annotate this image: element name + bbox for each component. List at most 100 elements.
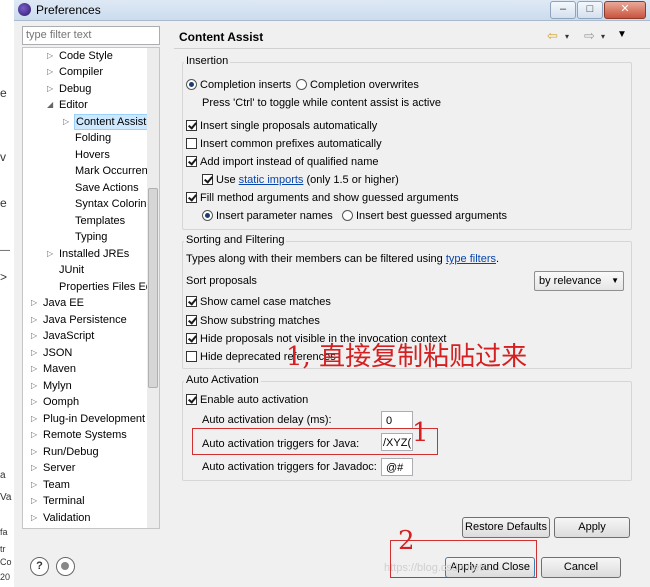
collapse-arrow-icon[interactable]: ◢ xyxy=(47,97,53,113)
minimize-button[interactable]: – xyxy=(550,1,576,19)
expand-arrow-icon[interactable]: ▷ xyxy=(63,114,69,130)
sort-proposals-label: Sort proposals xyxy=(186,275,257,287)
radio-button[interactable] xyxy=(186,79,197,90)
close-button[interactable]: ✕ xyxy=(604,1,646,19)
expand-arrow-icon[interactable]: ▷ xyxy=(31,493,37,509)
expand-arrow-icon[interactable]: ▷ xyxy=(47,48,53,64)
radio-button[interactable] xyxy=(202,210,213,221)
checkbox[interactable] xyxy=(186,138,197,149)
forward-arrow-icon[interactable]: ⇨ xyxy=(584,28,595,44)
tree-scrollbar[interactable] xyxy=(147,47,160,529)
scrollbar-thumb[interactable] xyxy=(148,188,158,388)
view-menu-icon[interactable]: ▼ xyxy=(617,29,627,40)
activation-delay-label: Auto activation delay (ms): xyxy=(202,414,332,426)
tree-item-label: Compiler xyxy=(59,66,104,78)
tree-item-label: Editor xyxy=(59,99,88,111)
type-filters-link[interactable]: type filters xyxy=(446,253,496,265)
enable-auto-activation-checkbox[interactable]: Enable auto activation xyxy=(186,392,308,408)
tree-item-label: Syntax Colorin xyxy=(75,198,147,210)
tree-item-label: Hovers xyxy=(75,149,110,161)
background-fragment: 20 xyxy=(0,572,11,582)
expand-arrow-icon[interactable]: ▷ xyxy=(47,246,53,262)
checkbox[interactable] xyxy=(186,156,197,167)
expand-arrow-icon[interactable]: ▷ xyxy=(31,411,37,427)
checkbox[interactable] xyxy=(186,192,197,203)
expand-arrow-icon[interactable]: ▷ xyxy=(31,444,37,460)
chevron-down-icon: ▼ xyxy=(611,276,619,285)
restore-defaults-button[interactable]: Restore Defaults xyxy=(462,517,550,538)
fill-method-arguments-checkbox[interactable]: Fill method arguments and show guessed a… xyxy=(186,190,459,206)
background-fragment: a xyxy=(0,470,6,481)
activation-delay-input[interactable]: 0 xyxy=(381,411,413,429)
expand-arrow-icon[interactable]: ▷ xyxy=(31,378,37,394)
maximize-button[interactable]: □ xyxy=(577,1,603,19)
oomph-record-icon[interactable] xyxy=(56,557,75,576)
tree-item-label: Save Actions xyxy=(75,182,139,194)
add-import-checkbox[interactable]: Add import instead of qualified name xyxy=(186,154,379,170)
background-fragment: — xyxy=(0,245,10,256)
type-filters-text: Types along with their members can be fi… xyxy=(186,253,500,265)
preferences-dialog: Preferences – □ ✕ ▷ Code Style ▷ Compiler … xyxy=(14,0,650,587)
checkbox[interactable] xyxy=(186,296,197,307)
tree-item-label: JavaScript xyxy=(43,330,95,342)
expand-arrow-icon[interactable]: ▷ xyxy=(31,477,37,493)
expand-arrow-icon[interactable]: ▷ xyxy=(47,81,53,97)
insert-single-proposals-checkbox[interactable]: Insert single proposals automatically xyxy=(186,118,377,134)
background-window-strip: e v e — > a Va fa tr Co 20 xyxy=(0,0,15,587)
expand-arrow-icon[interactable]: ▷ xyxy=(31,510,37,526)
insert-parameter-names-option[interactable]: Insert parameter names xyxy=(202,208,333,224)
tree-item-label: Java EE xyxy=(43,297,84,309)
expand-arrow-icon[interactable]: ▷ xyxy=(31,328,37,344)
expand-arrow-icon[interactable]: ▷ xyxy=(31,460,37,476)
expand-arrow-icon[interactable]: ▷ xyxy=(47,64,53,80)
static-imports-link[interactable]: static imports xyxy=(239,174,304,186)
javadoc-triggers-input[interactable]: @# xyxy=(381,458,413,476)
background-fragment: v xyxy=(0,150,6,164)
expand-arrow-icon[interactable]: ▷ xyxy=(31,295,37,311)
page-title: Content Assist xyxy=(179,30,264,44)
show-substring-checkbox[interactable]: Show substring matches xyxy=(186,313,320,329)
radio-button[interactable] xyxy=(296,79,307,90)
help-icon[interactable]: ? xyxy=(30,557,49,576)
insert-best-guessed-option[interactable]: Insert best guessed arguments xyxy=(342,208,507,224)
forward-history-dropdown-icon[interactable]: ▾ xyxy=(601,32,605,41)
expand-arrow-icon[interactable]: ▷ xyxy=(31,361,37,377)
back-history-dropdown-icon[interactable]: ▾ xyxy=(565,32,569,41)
tree-item-label: Team xyxy=(43,479,70,491)
back-arrow-icon[interactable]: ⇦ xyxy=(547,28,558,44)
expand-arrow-icon[interactable]: ▷ xyxy=(31,345,37,361)
tree-item-label: Plug-in Development xyxy=(43,413,146,425)
tree-item-label: Maven xyxy=(43,363,77,375)
apply-button[interactable]: Apply xyxy=(554,517,630,538)
checkbox[interactable] xyxy=(186,351,197,362)
tree-item-label: Java Persistence xyxy=(43,314,127,326)
expand-arrow-icon[interactable]: ▷ xyxy=(31,312,37,328)
tree-item-label: Mark Occurren xyxy=(75,165,148,177)
expand-arrow-icon[interactable]: ▷ xyxy=(31,427,37,443)
completion-overwrites-option[interactable]: Completion overwrites xyxy=(296,77,419,93)
tree-item-label: Installed JREs xyxy=(59,248,130,260)
preference-tree[interactable]: ▷ Code Style ▷ Compiler ▷ Debug ◢ Editor ▷ Co… xyxy=(22,47,149,529)
completion-inserts-option[interactable]: Completion inserts xyxy=(186,77,291,93)
insert-common-prefixes-checkbox[interactable]: Insert common prefixes automatically xyxy=(186,136,382,152)
filter-input[interactable] xyxy=(23,27,159,42)
checkbox[interactable] xyxy=(186,120,197,131)
background-fragment: Va xyxy=(0,492,12,503)
tree-item-label: Oomph xyxy=(43,396,80,408)
filter-field[interactable] xyxy=(22,26,160,45)
checkbox[interactable] xyxy=(186,394,197,405)
title-bar[interactable]: Preferences – □ ✕ xyxy=(14,0,650,21)
expand-arrow-icon[interactable]: ▷ xyxy=(31,394,37,410)
annotation-marker-2: 2 xyxy=(398,526,415,556)
tree-item-label: Debug xyxy=(59,83,92,95)
checkbox[interactable] xyxy=(186,333,197,344)
show-camel-case-checkbox[interactable]: Show camel case matches xyxy=(186,294,331,310)
checkbox[interactable] xyxy=(186,315,197,326)
use-static-imports-checkbox[interactable]: Use static imports (only 1.5 or higher) xyxy=(202,172,399,188)
tree-item-label: JUnit xyxy=(59,264,85,276)
radio-button[interactable] xyxy=(342,210,353,221)
tree-item-label: Templates xyxy=(75,215,126,227)
checkbox[interactable] xyxy=(202,174,213,185)
sort-proposals-select[interactable]: by relevance ▼ xyxy=(534,271,624,291)
cancel-button[interactable]: Cancel xyxy=(541,557,621,578)
